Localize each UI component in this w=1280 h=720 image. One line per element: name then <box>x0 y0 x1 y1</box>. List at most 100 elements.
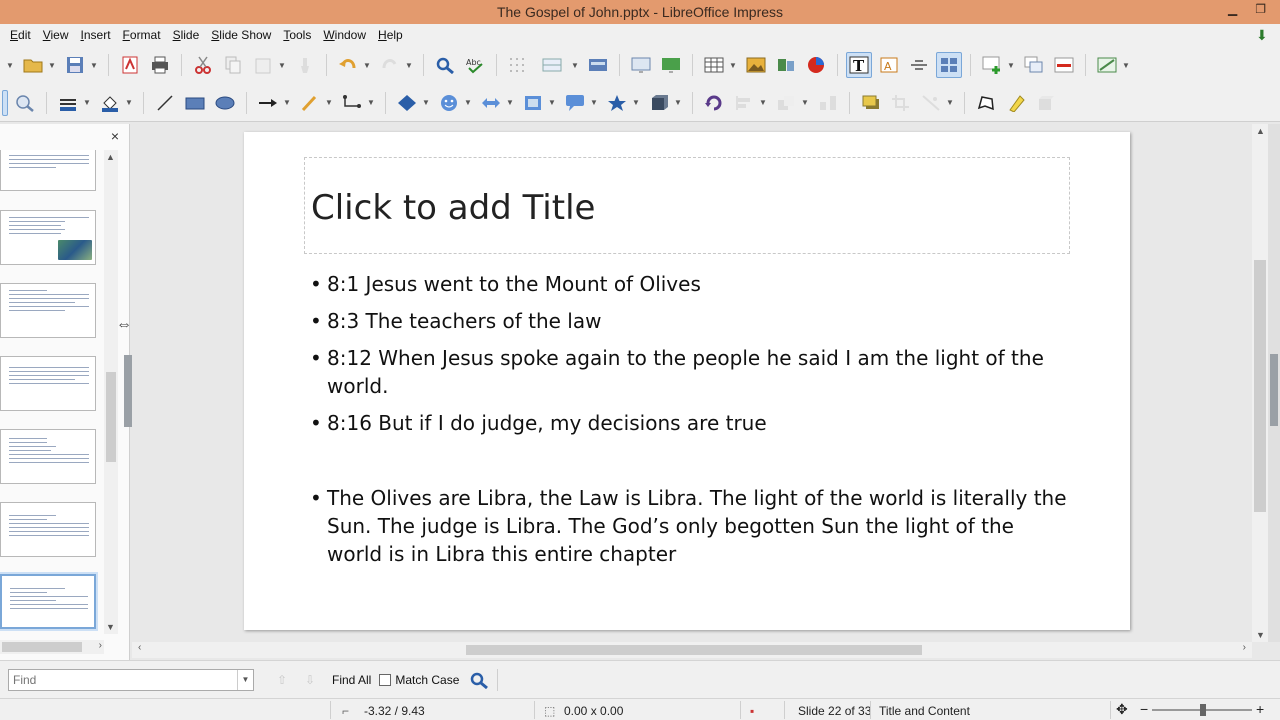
callout-icon[interactable] <box>562 90 588 116</box>
chevron-down-icon[interactable]: ▼ <box>729 61 737 70</box>
helplines-icon[interactable] <box>535 52 569 78</box>
menu-view[interactable]: View <box>37 28 75 42</box>
scroll-right-icon[interactable]: › <box>1243 642 1246 653</box>
chevron-down-icon[interactable]: ▼ <box>6 61 14 70</box>
chart-icon[interactable] <box>803 52 829 78</box>
distribute-icon[interactable] <box>815 90 841 116</box>
scrollbar-thumb[interactable] <box>2 642 82 652</box>
copy-icon[interactable] <box>220 52 246 78</box>
slide-thumbnail[interactable] <box>0 356 96 411</box>
chevron-down-icon[interactable]: ▼ <box>125 98 133 107</box>
sidebar-toggle[interactable] <box>1270 354 1278 426</box>
grid-display-icon[interactable] <box>505 52 531 78</box>
delete-slide-icon[interactable] <box>1051 52 1077 78</box>
paste-icon[interactable] <box>250 52 276 78</box>
text-box-icon[interactable]: T <box>846 52 872 78</box>
checkbox-box[interactable] <box>379 673 392 686</box>
chevron-down-icon[interactable]: ▼ <box>548 98 556 107</box>
chevron-down-icon[interactable]: ▼ <box>590 98 598 107</box>
slide-thumbnail[interactable] <box>0 429 96 484</box>
scroll-down-icon[interactable]: ▼ <box>106 622 115 632</box>
scroll-up-icon[interactable]: ▲ <box>106 152 115 162</box>
spelling-icon[interactable]: Abc <box>462 52 488 78</box>
block-arrows-icon[interactable] <box>478 90 504 116</box>
line-icon[interactable] <box>152 90 178 116</box>
new-slide-icon[interactable] <box>979 52 1005 78</box>
crop-icon[interactable] <box>888 90 914 116</box>
chevron-down-icon[interactable]: ▼ <box>464 98 472 107</box>
undo-icon[interactable] <box>335 52 361 78</box>
star-icon[interactable] <box>604 90 630 116</box>
display-views-icon[interactable] <box>585 52 611 78</box>
menu-help[interactable]: Help <box>372 28 409 42</box>
clone-formatting-icon[interactable] <box>292 52 318 78</box>
slide-panel-hscrollbar[interactable]: › <box>0 640 104 654</box>
menu-tools[interactable]: Tools <box>277 28 317 42</box>
edit-vscrollbar[interactable]: ▲ ▼ <box>1252 124 1268 642</box>
find-field[interactable]: ▼ <box>8 668 254 691</box>
slide-canvas[interactable]: Click to add Title 8:1 Jesus went to the… <box>244 132 1130 630</box>
slide-thumbnail[interactable] <box>0 150 96 191</box>
select-indicator[interactable] <box>2 89 8 116</box>
menu-window[interactable]: Window <box>317 28 372 42</box>
chevron-down-icon[interactable]: ▼ <box>405 61 413 70</box>
scroll-left-icon[interactable]: ‹ <box>138 642 141 653</box>
menu-insert[interactable]: Insert <box>75 28 117 42</box>
flowchart-icon[interactable] <box>520 90 546 116</box>
match-case-checkbox[interactable]: Match Case <box>379 673 459 687</box>
redo-icon[interactable] <box>377 52 403 78</box>
slide-thumbnail[interactable] <box>0 283 96 338</box>
points-icon[interactable] <box>973 90 999 116</box>
chevron-down-icon[interactable]: ▼ <box>363 61 371 70</box>
cut-icon[interactable] <box>190 52 216 78</box>
start-from-first-slide-icon[interactable] <box>628 52 654 78</box>
find-all-button[interactable]: Find All <box>332 673 371 687</box>
document-modified-icon[interactable]: ▪ <box>750 704 754 718</box>
chevron-down-icon[interactable]: ▼ <box>48 61 56 70</box>
symbol-shapes-icon[interactable] <box>436 90 462 116</box>
find-input[interactable] <box>9 669 237 690</box>
zoom-pan-icon[interactable] <box>12 90 38 116</box>
hyperlink-icon[interactable] <box>906 52 932 78</box>
ellipse-icon[interactable] <box>212 90 238 116</box>
curve-icon[interactable] <box>297 90 323 116</box>
menu-slide[interactable]: Slide <box>167 28 206 42</box>
find-replace-icon[interactable] <box>469 671 489 689</box>
open-folder-icon[interactable] <box>20 52 46 78</box>
chevron-down-icon[interactable]: ▼ <box>325 98 333 107</box>
extrusion-icon[interactable] <box>1033 90 1059 116</box>
edit-hscrollbar[interactable]: ‹ › <box>132 642 1252 658</box>
chevron-down-icon[interactable]: ▼ <box>283 98 291 107</box>
title-placeholder[interactable]: Click to add Title <box>304 157 1070 254</box>
menu-edit[interactable]: Edit <box>4 28 37 42</box>
align-icon[interactable] <box>731 90 757 116</box>
menu-slide-show[interactable]: Slide Show <box>205 28 277 42</box>
slide-thumbnail[interactable] <box>0 210 96 265</box>
toggle-extrusion-icon[interactable] <box>936 52 962 78</box>
arrow-line-icon[interactable] <box>255 90 281 116</box>
chevron-down-icon[interactable]: ▼ <box>83 98 91 107</box>
fontwork-icon[interactable]: A <box>876 52 902 78</box>
slide-thumbnail-selected[interactable] <box>0 572 98 631</box>
close-icon[interactable]: × <box>111 128 119 144</box>
panel-splitter[interactable] <box>124 355 132 427</box>
scrollbar-thumb[interactable] <box>106 372 116 462</box>
filter-icon[interactable] <box>918 90 944 116</box>
chevron-down-icon[interactable]: ▼ <box>571 61 579 70</box>
scroll-right-icon[interactable]: › <box>99 640 102 651</box>
zoom-in-icon[interactable]: + <box>1256 701 1264 717</box>
chevron-down-icon[interactable]: ▼ <box>801 98 809 107</box>
find-next-icon[interactable]: ⇩ <box>298 673 322 687</box>
scroll-down-icon[interactable]: ▼ <box>1256 630 1265 640</box>
zoom-slider-knob[interactable] <box>1200 704 1206 716</box>
3d-objects-icon[interactable] <box>646 90 672 116</box>
chevron-down-icon[interactable]: ▼ <box>367 98 375 107</box>
line-color-icon[interactable] <box>55 90 81 116</box>
chevron-down-icon[interactable]: ▼ <box>674 98 682 107</box>
image-icon[interactable] <box>743 52 769 78</box>
scroll-up-icon[interactable]: ▲ <box>1256 126 1265 136</box>
table-icon[interactable] <box>701 52 727 78</box>
fit-slide-icon[interactable]: ✥ <box>1116 701 1128 718</box>
media-icon[interactable] <box>773 52 799 78</box>
chevron-down-icon[interactable]: ▼ <box>759 98 767 107</box>
